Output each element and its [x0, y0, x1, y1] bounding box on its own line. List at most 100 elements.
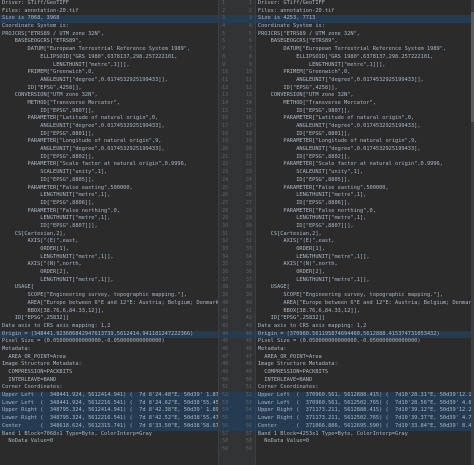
code-line[interactable]: ID["EPSG",8805]],: [0, 177, 218, 185]
code-line[interactable]: Lower Left ( 348441.924, 5612216.541) ( …: [0, 399, 219, 408]
code-line[interactable]: Band 1 Block=7068x1 Type=Byte, ColorInte…: [0, 431, 218, 439]
code-line[interactable]: Image Structure Metadata:: [0, 361, 218, 369]
code-line[interactable]: Pixel Size = (0.050000000000000,-0.05000…: [0, 338, 218, 346]
code-line[interactable]: METHOD["Transverse Mercator",: [256, 100, 474, 108]
code-line[interactable]: ID["EPSG",8802]],: [0, 154, 218, 162]
code-line[interactable]: ANGLEUNIT["degree",0.0174532925199433]],: [256, 77, 474, 85]
code-line[interactable]: PRIMEM["Greenwich",0,: [256, 69, 474, 77]
code-line[interactable]: CONVERSION["UTM zone 32N",: [0, 92, 218, 100]
code-line[interactable]: ORDER[1],: [0, 246, 218, 254]
code-line[interactable]: LENGTHUNIT["metre",1]],: [0, 254, 218, 262]
code-line[interactable]: CS[Cartesian,2],: [256, 231, 474, 239]
code-line[interactable]: SCOPE["Engineering survey, topographic m…: [0, 292, 218, 300]
code-line[interactable]: PARAMETER["False northing",0,: [256, 208, 474, 216]
code-line[interactable]: NoData Value=0: [0, 438, 218, 446]
code-line[interactable]: Metadata:: [0, 346, 218, 354]
code-line[interactable]: USAGE[: [0, 284, 218, 292]
code-line[interactable]: CONVERSION["UTM zone 32N",: [256, 92, 474, 100]
code-line[interactable]: Metadata:: [256, 346, 474, 354]
code-line[interactable]: ID["EPSG",8805]],: [256, 177, 474, 185]
code-line[interactable]: BBOX[38.76,6,84.33,12]],: [256, 308, 474, 316]
code-line[interactable]: PARAMETER["False easting",500000,: [256, 185, 474, 193]
code-line[interactable]: ID["EPSG",8806]],: [256, 200, 474, 208]
code-line[interactable]: ELLIPSOID["GRS 1980",6378137,298.2572221…: [256, 54, 474, 62]
code-line[interactable]: Lower Right ( 371173.211, 5612502.765) (…: [255, 415, 474, 423]
code-line[interactable]: Size is 7068, 3968: [0, 15, 219, 24]
code-line[interactable]: BBOX[38.76,6,84.33,12]],: [0, 308, 218, 316]
code-line[interactable]: Coordinate System is:: [0, 23, 218, 31]
code-line[interactable]: ORDER[1],: [256, 246, 474, 254]
code-line[interactable]: INTERLEAVE=BAND: [256, 377, 474, 385]
code-line[interactable]: ID["EPSG",8801]],: [0, 131, 218, 139]
code-line[interactable]: ID["EPSG",8807]]],: [0, 223, 218, 231]
code-line[interactable]: AXIS["(N)",north,: [0, 261, 218, 269]
code-line[interactable]: PARAMETER["Scale factor at natural origi…: [0, 161, 218, 169]
code-line[interactable]: AXIS["(N)",north,: [256, 261, 474, 269]
code-line[interactable]: ANGLEUNIT["degree",0.0174532925199433],: [0, 146, 218, 154]
code-line[interactable]: ID["EPSG",4258]],: [256, 85, 474, 93]
code-line[interactable]: LENGTHUNIT["metre",1],: [256, 215, 474, 223]
code-line[interactable]: AREA_OR_POINT=Area: [256, 354, 474, 362]
code-line[interactable]: AXIS["(E)",east,: [256, 238, 474, 246]
code-line[interactable]: COMPRESSION=PACKBITS: [256, 369, 474, 377]
code-line[interactable]: PROJCRS["ETRS89 / UTM zone 32N",: [256, 31, 474, 39]
code-line[interactable]: ID["EPSG",9807]],: [0, 108, 218, 116]
code-line[interactable]: PARAMETER["Latitude of natural origin",0…: [0, 115, 218, 123]
code-line[interactable]: USAGE[: [256, 284, 474, 292]
code-line[interactable]: CS[Cartesian,2],: [0, 231, 218, 239]
code-line[interactable]: Data axis to CRS axis mapping: 1,2: [256, 323, 474, 331]
code-line[interactable]: SCALEUNIT["unity",1],: [0, 169, 218, 177]
code-line[interactable]: [0, 446, 218, 454]
code-line[interactable]: LENGTHUNIT["metre",1],: [256, 192, 474, 200]
code-line[interactable]: Origin = (370960.561195874694460,5612888…: [255, 330, 474, 339]
code-line[interactable]: LENGTHUNIT["metre",1]],: [0, 277, 218, 285]
code-line[interactable]: BASEGEOGCRS["ETRS89",: [256, 38, 474, 46]
code-line[interactable]: Origin = (348441.923606842947613739,5612…: [0, 330, 219, 339]
code-line[interactable]: METHOD["Transverse Mercator",: [0, 100, 218, 108]
code-line[interactable]: Lower Left ( 370960.561, 5612502.765) ( …: [255, 399, 474, 408]
code-line[interactable]: PARAMETER["Latitude of natural origin",0…: [256, 115, 474, 123]
code-line[interactable]: ID["EPSG",4258]],: [0, 85, 218, 93]
code-line[interactable]: AREA_OR_POINT=Area: [0, 354, 218, 362]
code-line[interactable]: Upper Left ( 370960.561, 5612888.415) ( …: [255, 392, 474, 400]
code-line[interactable]: ELLIPSOID["GRS 1980",6378137,298.2572221…: [0, 54, 218, 62]
code-line[interactable]: Band 1 Block=4253x1 Type=Byte, ColorInte…: [256, 431, 474, 439]
code-line[interactable]: Files: annotation-20.tif: [256, 8, 474, 16]
code-line[interactable]: NoData Value=0: [256, 438, 474, 446]
code-line[interactable]: ID["EPSG",8806]],: [0, 200, 218, 208]
code-line[interactable]: ID["EPSG",9807]],: [256, 108, 474, 116]
code-line[interactable]: Size is 4253, 7713: [255, 15, 474, 24]
code-line[interactable]: Driver: GTiff/GeoTIFF: [0, 0, 218, 8]
code-line[interactable]: SCALEUNIT["unity",1],: [256, 169, 474, 177]
code-line[interactable]: ORDER[2],: [0, 269, 218, 277]
code-line[interactable]: ANGLEUNIT["degree",0.0174532925199433],: [256, 146, 474, 154]
code-line[interactable]: PARAMETER["False northing",0,: [0, 208, 218, 216]
code-line[interactable]: ANGLEUNIT["degree",0.0174532925199433],: [0, 123, 218, 131]
code-line[interactable]: PARAMETER["Longitude of natural origin",…: [256, 138, 474, 146]
code-line[interactable]: DATUM["European Terrestrial Reference Sy…: [256, 46, 474, 54]
code-line[interactable]: LENGTHUNIT["metre",1],: [0, 215, 218, 223]
code-line[interactable]: ANGLEUNIT["degree",0.0174532925199433],: [256, 123, 474, 131]
code-line[interactable]: COMPRESSION=PACKBITS: [0, 369, 218, 377]
code-line[interactable]: ID["EPSG",25832]]: [256, 315, 474, 323]
code-line[interactable]: LENGTHUNIT["metre",1]]],: [0, 62, 218, 70]
code-line[interactable]: LENGTHUNIT["metre",1],: [0, 192, 218, 200]
code-line[interactable]: LENGTHUNIT["metre",1]]],: [256, 62, 474, 70]
code-line[interactable]: Center ( 371066.886, 5612695.590) ( 7d10…: [255, 422, 474, 431]
code-line[interactable]: DATUM["European Terrestrial Reference Sy…: [0, 46, 218, 54]
code-line[interactable]: PRIMEM["Greenwich",0,: [0, 69, 218, 77]
code-line[interactable]: PARAMETER["False easting",500000,: [0, 185, 218, 193]
code-line[interactable]: ID["EPSG",8801]],: [256, 131, 474, 139]
code-line[interactable]: ID["EPSG",8802]],: [256, 154, 474, 162]
code-line[interactable]: ORDER[2],: [256, 269, 474, 277]
code-line[interactable]: Upper Right ( 371173.211, 5612888.415) (…: [255, 407, 474, 416]
code-line[interactable]: BASEGEOGCRS["ETRS89",: [0, 38, 218, 46]
code-line[interactable]: Coordinate System is:: [256, 23, 474, 31]
code-line[interactable]: Files: annotation-20.tif: [0, 8, 218, 16]
code-line[interactable]: Upper Left ( 348441.924, 5612414.941) ( …: [0, 392, 219, 400]
left-editor-pane[interactable]: Driver: GTiff/GeoTIFF Files: annotation-2…: [0, 0, 219, 465]
code-line[interactable]: Center ( 348618.624, 5612315.741) ( 7d 8…: [0, 422, 219, 431]
code-line[interactable]: Pixel Size = (0.050000000000000,-0.05000…: [256, 338, 474, 346]
code-line[interactable]: ID["EPSG",25832]]: [0, 315, 218, 323]
code-line[interactable]: [256, 446, 474, 454]
